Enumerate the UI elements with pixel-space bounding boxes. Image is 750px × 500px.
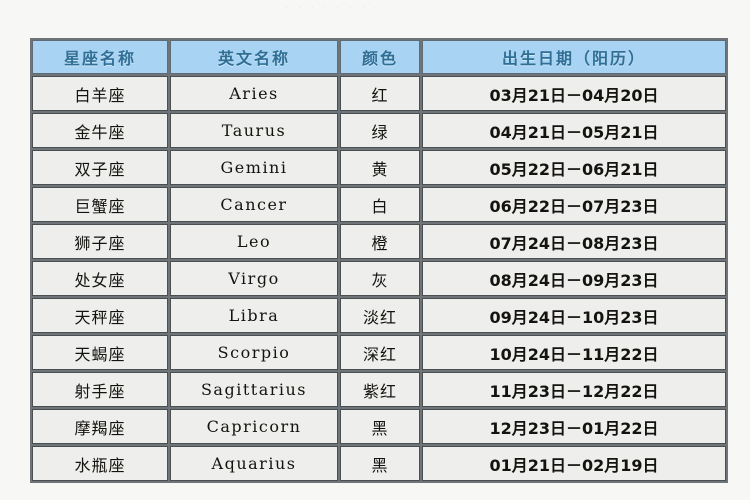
header-row: 星座名称 英文名称 颜色 出生日期（阳历） — [32, 40, 726, 74]
cell-english-name: Capricorn — [170, 409, 338, 444]
cell-color: 黑 — [340, 446, 420, 481]
cell-english-name: Sagittarius — [170, 372, 338, 407]
cell-english-name: Gemini — [170, 150, 338, 185]
cell-color: 黄 — [340, 150, 420, 185]
cell-color: 灰 — [340, 261, 420, 296]
table-header: 星座名称 英文名称 颜色 出生日期（阳历） — [32, 40, 726, 74]
table-row: 白羊座 Aries 红 03月21日－04月20日 — [32, 76, 726, 111]
cell-zodiac-name: 水瓶座 — [32, 446, 168, 481]
cell-birth-date: 06月22日－07月23日 — [422, 187, 726, 222]
table-row: 处女座 Virgo 灰 08月24日－09月23日 — [32, 261, 726, 296]
cell-zodiac-name: 金牛座 — [32, 113, 168, 148]
column-header-english: 英文名称 — [170, 40, 338, 74]
cell-color: 紫红 — [340, 372, 420, 407]
scan-artifact-text: · · · · · · · · — [285, 2, 381, 13]
cell-color: 白 — [340, 187, 420, 222]
cell-birth-date: 11月23日－12月22日 — [422, 372, 726, 407]
cell-birth-date: 01月21日－02月19日 — [422, 446, 726, 481]
cell-english-name: Aries — [170, 76, 338, 111]
cell-zodiac-name: 白羊座 — [32, 76, 168, 111]
cell-zodiac-name: 处女座 — [32, 261, 168, 296]
table-row: 金牛座 Taurus 绿 04月21日－05月21日 — [32, 113, 726, 148]
cell-birth-date: 05月22日－06月21日 — [422, 150, 726, 185]
table-row: 天秤座 Libra 淡红 09月24日－10月23日 — [32, 298, 726, 333]
cell-color: 淡红 — [340, 298, 420, 333]
cell-zodiac-name: 狮子座 — [32, 224, 168, 259]
cell-birth-date: 09月24日－10月23日 — [422, 298, 726, 333]
zodiac-table: 星座名称 英文名称 颜色 出生日期（阳历） 白羊座 Aries 红 03月21日－04… — [30, 38, 728, 483]
table-row: 狮子座 Leo 橙 07月24日－08月23日 — [32, 224, 726, 259]
table-row: 摩羯座 Capricorn 黑 12月23日－01月22日 — [32, 409, 726, 444]
cell-zodiac-name: 双子座 — [32, 150, 168, 185]
column-header-date: 出生日期（阳历） — [422, 40, 726, 74]
cell-color: 深红 — [340, 335, 420, 370]
cell-zodiac-name: 射手座 — [32, 372, 168, 407]
cell-birth-date: 12月23日－01月22日 — [422, 409, 726, 444]
cell-birth-date: 07月24日－08月23日 — [422, 224, 726, 259]
cell-birth-date: 03月21日－04月20日 — [422, 76, 726, 111]
table-row: 水瓶座 Aquarius 黑 01月21日－02月19日 — [32, 446, 726, 481]
cell-birth-date: 04月21日－05月21日 — [422, 113, 726, 148]
table-row: 双子座 Gemini 黄 05月22日－06月21日 — [32, 150, 726, 185]
cell-english-name: Virgo — [170, 261, 338, 296]
cell-english-name: Scorpio — [170, 335, 338, 370]
cell-color: 黑 — [340, 409, 420, 444]
zodiac-table-container: 星座名称 英文名称 颜色 出生日期（阳历） 白羊座 Aries 红 03月21日－04… — [30, 38, 728, 483]
cell-color: 绿 — [340, 113, 420, 148]
cell-english-name: Aquarius — [170, 446, 338, 481]
cell-zodiac-name: 摩羯座 — [32, 409, 168, 444]
table-row: 天蝎座 Scorpio 深红 10月24日－11月22日 — [32, 335, 726, 370]
table-body: 白羊座 Aries 红 03月21日－04月20日 金牛座 Taurus 绿 04月21日－0… — [32, 76, 726, 481]
cell-birth-date: 08月24日－09月23日 — [422, 261, 726, 296]
cell-english-name: Cancer — [170, 187, 338, 222]
column-header-name: 星座名称 — [32, 40, 168, 74]
cell-color: 红 — [340, 76, 420, 111]
cell-zodiac-name: 天秤座 — [32, 298, 168, 333]
cell-english-name: Libra — [170, 298, 338, 333]
cell-english-name: Taurus — [170, 113, 338, 148]
table-row: 巨蟹座 Cancer 白 06月22日－07月23日 — [32, 187, 726, 222]
cell-birth-date: 10月24日－11月22日 — [422, 335, 726, 370]
cell-english-name: Leo — [170, 224, 338, 259]
table-row: 射手座 Sagittarius 紫红 11月23日－12月22日 — [32, 372, 726, 407]
cell-color: 橙 — [340, 224, 420, 259]
column-header-color: 颜色 — [340, 40, 420, 74]
cell-zodiac-name: 天蝎座 — [32, 335, 168, 370]
cell-zodiac-name: 巨蟹座 — [32, 187, 168, 222]
